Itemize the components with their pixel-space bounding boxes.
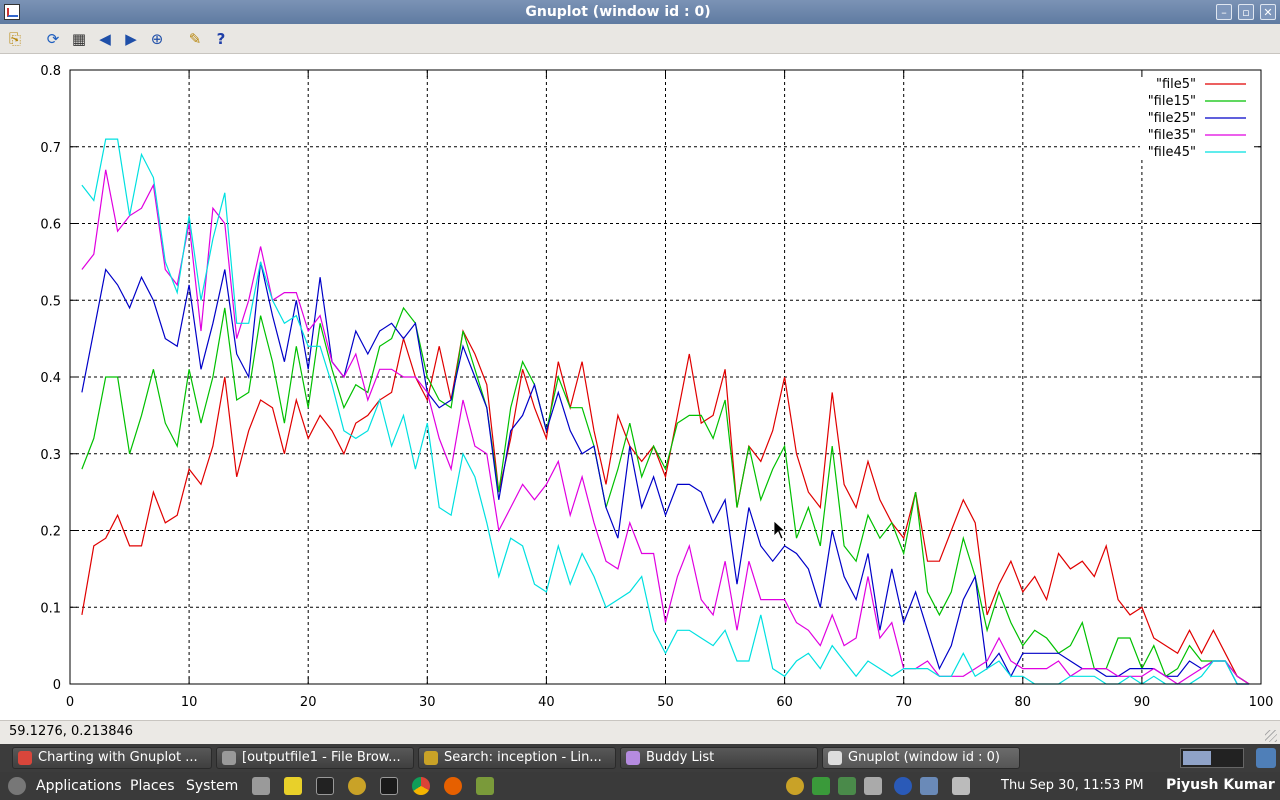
- y-tick-label: 0: [53, 678, 61, 693]
- minimize-button[interactable]: –: [1216, 4, 1232, 20]
- x-tick-label: 100: [1249, 695, 1274, 710]
- previous-zoom-icon[interactable]: ◀: [94, 28, 116, 50]
- bluetooth-icon[interactable]: [894, 777, 912, 795]
- terminal-icon[interactable]: [316, 777, 334, 795]
- file-browser-icon: [222, 751, 236, 765]
- terminal-2-icon[interactable]: [380, 777, 398, 795]
- close-button[interactable]: ✕: [1260, 4, 1276, 20]
- configure-icon[interactable]: ✎: [184, 28, 206, 50]
- tux-icon: [424, 751, 438, 765]
- x-tick-label: 40: [538, 695, 555, 710]
- line-chart[interactable]: "file5" "file15" "file25" "file35" "file45" 0…: [0, 54, 1280, 716]
- legend-label: "file5": [1156, 77, 1196, 92]
- y-tick-label: 0.3: [40, 448, 61, 463]
- x-tick-label: 50: [657, 695, 674, 710]
- task-label: Charting with Gnuplot ...: [38, 750, 198, 765]
- taskbar: Charting with Gnuplot ... [outputfile1 -…: [0, 744, 1280, 772]
- firefox-launcher-icon[interactable]: [444, 777, 462, 795]
- grid-icon[interactable]: ▦: [68, 28, 90, 50]
- legend-label: "file25": [1148, 111, 1196, 126]
- foot-menu-icon[interactable]: [8, 777, 26, 795]
- archive-icon[interactable]: [476, 777, 494, 795]
- window-title: Gnuplot (window id : 0): [525, 4, 711, 20]
- autoscale-icon[interactable]: ⊕: [146, 28, 168, 50]
- x-tick-label: 20: [300, 695, 317, 710]
- task-firefox-search[interactable]: Search: inception - Lin...: [418, 747, 616, 769]
- y-tick-label: 0.2: [40, 525, 61, 540]
- copy-clipboard-icon[interactable]: ⎘: [4, 28, 26, 50]
- legend-label: "file35": [1148, 128, 1196, 143]
- mail-check-icon[interactable]: [838, 777, 856, 795]
- menu-applications[interactable]: Applications: [36, 778, 122, 794]
- status-bar: 59.1276, 0.213846: [0, 720, 1280, 745]
- y-tick-label: 0.7: [40, 141, 61, 156]
- y-tick-label: 0.5: [40, 294, 61, 309]
- mouse-cursor-icon: [773, 520, 787, 540]
- legend-label: "file15": [1148, 94, 1196, 109]
- top-panel: Applications Places System Thu Sep 30, 1…: [0, 772, 1280, 800]
- x-tick-label: 60: [776, 695, 793, 710]
- chrome-launcher-icon[interactable]: [412, 777, 430, 795]
- help-icon[interactable]: ?: [210, 28, 232, 50]
- trash-icon[interactable]: [1256, 748, 1276, 768]
- task-buddy-list[interactable]: Buddy List: [620, 747, 818, 769]
- mouse-coordinates: 59.1276, 0.213846: [9, 724, 134, 739]
- tux-tray-icon[interactable]: [786, 777, 804, 795]
- maximize-button[interactable]: ▫: [1238, 4, 1254, 20]
- file-cabinet-icon[interactable]: [252, 777, 270, 795]
- task-label: Search: inception - Lin...: [444, 750, 602, 765]
- x-tick-label: 10: [181, 695, 198, 710]
- menu-places[interactable]: Places: [130, 778, 175, 794]
- next-zoom-icon[interactable]: ▶: [120, 28, 142, 50]
- y-tick-label: 0.6: [40, 218, 61, 233]
- title-bar: Gnuplot (window id : 0) – ▫ ✕: [0, 0, 1280, 24]
- chrome-icon: [18, 751, 32, 765]
- x-tick-label: 90: [1134, 695, 1151, 710]
- task-file-browser[interactable]: [outputfile1 - File Brow...: [216, 747, 414, 769]
- task-label: Gnuplot (window id : 0): [848, 750, 1000, 765]
- task-label: Buddy List: [646, 750, 715, 765]
- battery-icon[interactable]: [952, 777, 970, 795]
- gnuplot-icon: [828, 751, 842, 765]
- task-gnuplot-window[interactable]: Gnuplot (window id : 0): [822, 747, 1020, 769]
- user-name[interactable]: Piyush Kumar: [1166, 777, 1275, 793]
- tux-launcher-icon[interactable]: [348, 777, 366, 795]
- legend-label: "file45": [1148, 145, 1196, 160]
- task-label: [outputfile1 - File Brow...: [242, 750, 401, 765]
- network-icon[interactable]: [920, 777, 938, 795]
- update-tray-icon[interactable]: [812, 777, 830, 795]
- y-tick-label: 0.4: [40, 371, 61, 386]
- clock[interactable]: Thu Sep 30, 11:53 PM: [1001, 778, 1144, 793]
- toolbar: ⎘ ⟳ ▦ ◀ ▶ ⊕ ✎ ?: [0, 24, 1280, 54]
- x-tick-label: 30: [419, 695, 436, 710]
- x-tick-label: 80: [1015, 695, 1032, 710]
- volume-icon[interactable]: [864, 777, 882, 795]
- menu-system[interactable]: System: [186, 778, 238, 794]
- replot-icon[interactable]: ⟳: [42, 28, 64, 50]
- resize-grip[interactable]: [1265, 730, 1277, 742]
- y-tick-label: 0.1: [40, 601, 61, 616]
- pidgin-icon: [626, 751, 640, 765]
- y-tick-label: 0.8: [40, 64, 61, 79]
- plot-area[interactable]: "file5" "file15" "file25" "file35" "file45" 0…: [0, 54, 1280, 716]
- task-charting-with-gnuplot[interactable]: Charting with Gnuplot ...: [12, 747, 212, 769]
- workspace-switcher[interactable]: [1180, 748, 1244, 768]
- notes-icon[interactable]: [284, 777, 302, 795]
- workspace-1[interactable]: [1183, 751, 1211, 765]
- x-tick-label: 0: [66, 695, 74, 710]
- x-tick-label: 70: [895, 695, 912, 710]
